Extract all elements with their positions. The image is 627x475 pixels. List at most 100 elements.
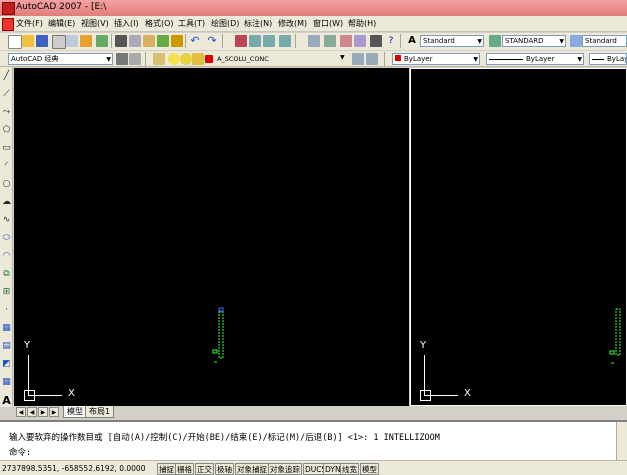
zoom-realtime-icon[interactable] xyxy=(249,35,261,47)
line-icon[interactable]: ╱ xyxy=(1,71,12,82)
tab-model[interactable]: 模型 xyxy=(63,406,87,418)
model-button[interactable]: 模型 xyxy=(360,463,379,475)
layer-properties-icon[interactable] xyxy=(153,53,165,65)
chevron-down-icon[interactable]: ▼ xyxy=(340,54,345,61)
point-icon[interactable]: · xyxy=(1,305,12,316)
paste-icon[interactable] xyxy=(143,35,155,47)
text-style-icon[interactable]: A xyxy=(406,35,418,47)
menu-dimension[interactable]: 标注(N) xyxy=(244,18,272,29)
save-icon[interactable] xyxy=(36,35,48,47)
linetype-select[interactable]: ByLayer ▼ xyxy=(486,53,584,65)
menu-edit[interactable]: 编辑(E) xyxy=(48,18,75,29)
menu-draw[interactable]: 绘图(D) xyxy=(211,18,239,29)
status-bar: 2737898.5351, -658552.6192, 0.0000 捕捉 栅格… xyxy=(0,460,627,475)
prev-tab-icon[interactable]: ◀ xyxy=(27,407,37,417)
plot-preview-icon[interactable] xyxy=(66,35,78,47)
ortho-button[interactable]: 正交 xyxy=(195,463,214,475)
autocad-app-icon[interactable] xyxy=(2,2,15,15)
print-icon[interactable] xyxy=(52,35,66,49)
match-properties-icon[interactable] xyxy=(157,35,169,47)
construction-line-icon[interactable]: ⟋ xyxy=(1,89,12,100)
calculator-icon[interactable] xyxy=(370,35,382,47)
drawing-objects-left[interactable] xyxy=(14,68,409,406)
hatch-icon[interactable]: ▦ xyxy=(1,323,12,334)
layer-previous-icon[interactable] xyxy=(366,53,378,65)
circle-icon[interactable]: ○ xyxy=(1,179,12,190)
current-layer-value[interactable]: A_SCOLU_CONC xyxy=(217,55,269,63)
ucs-y-axis xyxy=(424,355,425,395)
rectangle-icon[interactable]: ▭ xyxy=(1,143,12,154)
layer-on-icon[interactable] xyxy=(168,53,180,65)
ellipse-icon[interactable]: ⬭ xyxy=(1,233,12,244)
viewport-right[interactable]: Y X xyxy=(410,68,627,406)
ellipse-arc-icon[interactable]: ◠ xyxy=(1,251,12,262)
revision-cloud-icon[interactable]: ☁ xyxy=(1,197,12,208)
make-block-icon[interactable]: ⊞ xyxy=(1,287,12,298)
gradient-icon[interactable]: ▤ xyxy=(1,341,12,352)
design-center-icon[interactable] xyxy=(324,35,336,47)
zoom-previous-icon[interactable] xyxy=(279,35,291,47)
workspace-select[interactable]: AutoCAD 经典 ▼ xyxy=(8,53,113,65)
drawing-objects-right[interactable] xyxy=(411,69,627,407)
menu-help[interactable]: 帮助(H) xyxy=(348,18,376,29)
command-prompt[interactable]: 命令: xyxy=(9,446,31,458)
open-icon[interactable] xyxy=(22,35,34,47)
help-icon[interactable]: ? xyxy=(385,35,397,47)
text-style-select[interactable]: Standard ▼ xyxy=(420,35,484,47)
command-window[interactable]: 输入要软弃的操作数目或 [自动(A)/控制(C)/开始(BE)/结束(E)/标记… xyxy=(0,420,627,460)
otrack-button[interactable]: 对象追踪 xyxy=(268,463,302,475)
table-style-select[interactable]: Standard xyxy=(582,35,627,47)
table-style-icon[interactable] xyxy=(570,35,582,47)
workspace-settings-icon[interactable] xyxy=(116,53,128,65)
3d-dwf-icon[interactable] xyxy=(96,35,108,47)
command-scrollbar[interactable] xyxy=(616,422,627,460)
lineweight-button[interactable]: 线宽 xyxy=(340,463,359,475)
next-tab-icon[interactable]: ▶ xyxy=(38,407,48,417)
insert-block-icon[interactable]: ⧉ xyxy=(1,269,12,280)
layer-lock-icon[interactable] xyxy=(192,53,204,65)
tool-palettes-icon[interactable] xyxy=(340,35,352,47)
spline-icon[interactable]: ∿ xyxy=(1,215,12,226)
menu-tools[interactable]: 工具(T) xyxy=(178,18,205,29)
undo-icon[interactable]: ↶ xyxy=(189,35,201,47)
redo-icon[interactable]: ↷ xyxy=(206,35,218,47)
menu-file[interactable]: 文件(F) xyxy=(16,18,43,29)
tab-layout1[interactable]: 布局1 xyxy=(85,406,115,418)
properties-icon[interactable] xyxy=(308,35,320,47)
multiline-text-icon[interactable]: A xyxy=(1,395,12,406)
viewport-left[interactable]: Y X xyxy=(14,68,409,406)
sheet-set-icon[interactable] xyxy=(354,35,366,47)
arc-icon[interactable]: ◜ xyxy=(1,161,12,172)
lineweight-select[interactable]: ByLayer xyxy=(589,53,627,65)
dim-style-icon[interactable] xyxy=(489,35,501,47)
snap-button[interactable]: 捕捉 xyxy=(157,463,176,475)
my-workspace-icon[interactable] xyxy=(129,53,141,65)
menu-modify[interactable]: 修改(M) xyxy=(278,18,307,29)
first-tab-icon[interactable]: ◀ xyxy=(16,407,26,417)
menu-view[interactable]: 视图(V) xyxy=(81,18,109,29)
cut-icon[interactable] xyxy=(115,35,127,47)
grid-button[interactable]: 栅格 xyxy=(175,463,194,475)
menu-format[interactable]: 格式(O) xyxy=(145,18,174,29)
document-icon[interactable] xyxy=(2,18,14,31)
zoom-window-icon[interactable] xyxy=(263,35,275,47)
make-object-layer-current-icon[interactable] xyxy=(352,53,364,65)
dim-style-select[interactable]: STANDARD ▼ xyxy=(502,35,566,47)
color-select[interactable]: ByLayer ▼ xyxy=(392,53,480,65)
polygon-icon[interactable]: ⬠ xyxy=(1,125,12,136)
polar-button[interactable]: 极轴 xyxy=(215,463,234,475)
osnap-button[interactable]: 对象捕捉 xyxy=(235,463,269,475)
last-tab-icon[interactable]: ▶ xyxy=(49,407,59,417)
block-editor-icon[interactable] xyxy=(171,35,183,47)
publish-icon[interactable] xyxy=(80,35,92,47)
polyline-icon[interactable]: ⤳ xyxy=(1,107,12,118)
menu-insert[interactable]: 插入(I) xyxy=(114,18,139,29)
pan-icon[interactable] xyxy=(235,35,247,47)
layer-freeze-icon[interactable] xyxy=(180,53,192,65)
copy-icon[interactable] xyxy=(129,35,141,47)
menu-window[interactable]: 窗口(W) xyxy=(313,18,343,29)
dim-style-value: STANDARD xyxy=(505,37,544,45)
region-icon[interactable]: ◩ xyxy=(1,359,12,370)
new-icon[interactable] xyxy=(8,35,22,49)
table-icon[interactable]: ▦ xyxy=(1,377,12,388)
